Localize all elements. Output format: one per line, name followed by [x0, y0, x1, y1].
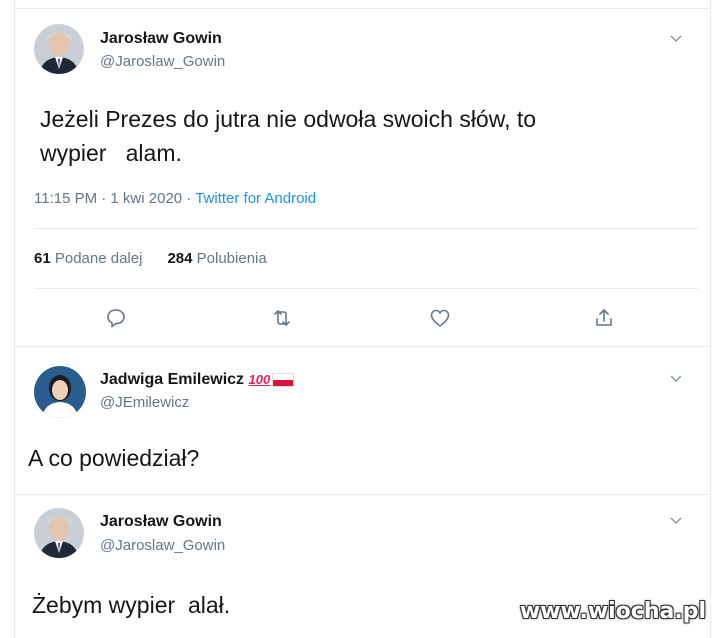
- user-handle[interactable]: @Jaroslaw_Gowin: [100, 537, 225, 554]
- left-border: [14, 0, 15, 638]
- retweets-count: 61: [34, 250, 51, 267]
- chevron-down-icon[interactable]: [668, 30, 684, 46]
- chevron-down-icon[interactable]: [668, 370, 684, 386]
- display-name[interactable]: Jarosław Gowin: [100, 30, 222, 48]
- tweet-stats: 61 Podane dalej 284 Polubienia: [34, 250, 267, 267]
- likes-stat[interactable]: 284 Polubienia: [167, 250, 266, 267]
- tweet-text-part-1: wypier: [40, 140, 107, 166]
- tweet-separator: [14, 346, 711, 347]
- twitter-thread-screenshot: Jarosław Gowin @Jaroslaw_Gowin Jeżeli Pr…: [0, 0, 720, 638]
- user-handle[interactable]: @Jaroslaw_Gowin: [100, 53, 225, 70]
- retweets-stat[interactable]: 61 Podane dalej: [34, 250, 142, 267]
- user-handle[interactable]: @JEmilewicz: [100, 394, 189, 411]
- tweet-source-link[interactable]: Twitter for Android: [195, 190, 316, 207]
- tweet-text-part-2: alał.: [187, 592, 231, 618]
- divider: [34, 288, 698, 289]
- tweet-text: Jeżeli Prezes do jutra nie odwoła swoich…: [40, 102, 536, 170]
- like-icon[interactable]: [428, 306, 452, 330]
- tweet-timestamp[interactable]: 11:15 PM · 1 kwi 2020 ·: [34, 190, 195, 207]
- divider: [34, 228, 698, 229]
- top-divider: [14, 8, 711, 9]
- tweet-separator: [14, 494, 711, 495]
- display-name[interactable]: Jadwiga Emilewicz 100: [100, 371, 295, 389]
- tweet-text-part-1: Żebym wypier: [32, 592, 176, 618]
- hundred-points-icon: 100: [248, 372, 271, 387]
- display-name-text: Jadwiga Emilewicz: [100, 371, 245, 388]
- tweet-text-line-2: wypier alam.: [40, 136, 536, 170]
- tweet-text-part-2: alam.: [125, 140, 182, 166]
- watermark: www.wiocha.pl: [519, 599, 706, 624]
- reply-icon[interactable]: [104, 306, 128, 330]
- share-icon[interactable]: [592, 306, 616, 330]
- poland-flag-icon: [272, 372, 295, 387]
- display-name[interactable]: Jarosław Gowin: [100, 513, 222, 531]
- chevron-down-icon[interactable]: [668, 512, 684, 528]
- retweets-label: Podane dalej: [54, 250, 143, 267]
- avatar[interactable]: [34, 24, 84, 74]
- avatar[interactable]: [34, 366, 86, 418]
- tweet-text: Żebym wypier alał.: [32, 590, 230, 620]
- right-border: [710, 0, 711, 638]
- avatar[interactable]: [34, 508, 84, 558]
- retweet-icon[interactable]: [270, 306, 294, 330]
- tweet-text: A co powiedział?: [28, 445, 200, 471]
- tweet-text-line-1: Jeżeli Prezes do jutra nie odwoła swoich…: [40, 106, 537, 132]
- likes-label: Polubienia: [196, 250, 267, 267]
- likes-count: 284: [167, 250, 193, 267]
- tweet-meta: 11:15 PM · 1 kwi 2020 · Twitter for Andr…: [34, 190, 316, 207]
